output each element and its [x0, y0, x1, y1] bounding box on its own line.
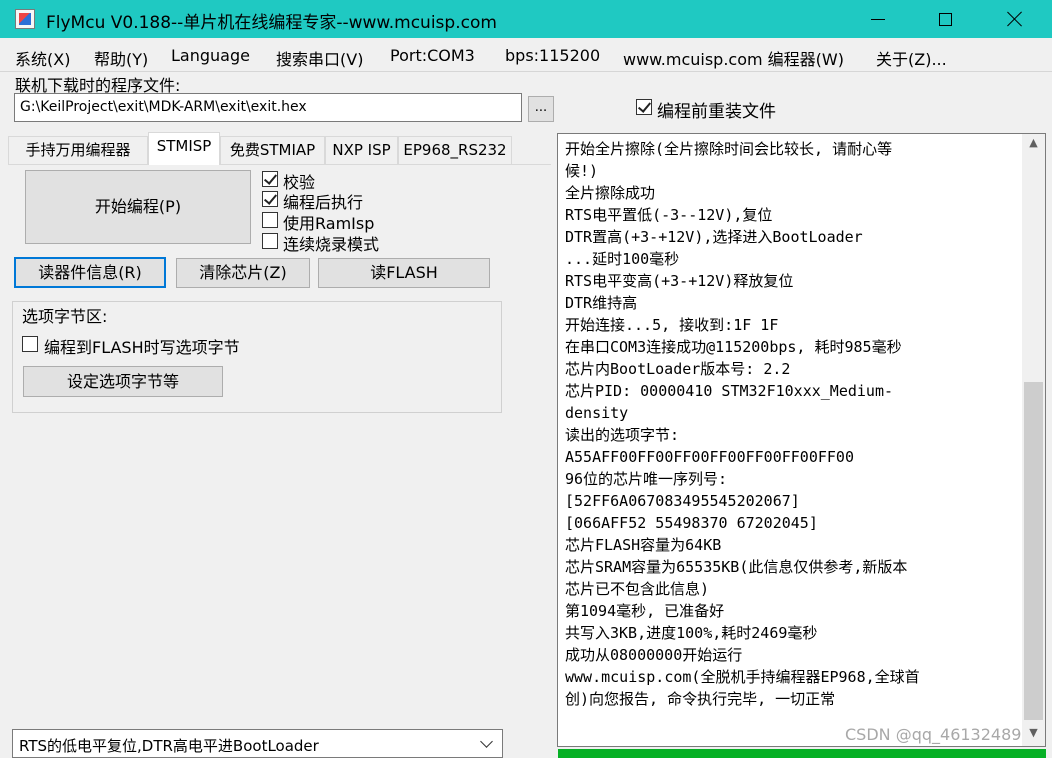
use-ramisp-checkbox[interactable] [262, 212, 278, 228]
log-line: 开始全片擦除(全片擦除时间会比较长, 请耐心等 [565, 140, 893, 158]
scroll-up-icon[interactable]: ▲ [1022, 136, 1045, 154]
maximize-icon [938, 12, 952, 26]
maximize-button[interactable] [922, 0, 968, 38]
minimize-icon [871, 18, 885, 20]
log-line: 芯片FLASH容量为64KB [565, 536, 722, 554]
write-option-bytes-checkbox[interactable] [22, 336, 38, 352]
log-lines: 开始全片擦除(全片擦除时间会比较长, 请耐心等 候!) 全片擦除成功 RTS电平置低(… [565, 138, 1015, 710]
tab-panel [8, 164, 551, 714]
menu-language[interactable]: Language [171, 46, 250, 65]
file-path-input[interactable]: G:\KeilProject\exit\MDK-ARM\exit\exit.he… [14, 93, 522, 122]
app-icon [15, 9, 35, 29]
start-program-button[interactable]: 开始编程(P) [25, 170, 251, 244]
log-line: ...延时100毫秒 [565, 250, 680, 268]
menu-system[interactable]: 系统(X) [15, 46, 70, 70]
log-line: 候!) [565, 162, 599, 180]
log-line: 共写入3KB,进度100%,耗时2469毫秒 [565, 624, 818, 642]
minimize-button[interactable] [855, 0, 901, 38]
chevron-down-icon[interactable] [477, 734, 497, 754]
title-bar: FlyMcu V0.188--单片机在线编程专家--www.mcuisp.com [0, 0, 1052, 38]
window-title: FlyMcu V0.188--单片机在线编程专家--www.mcuisp.com [46, 13, 497, 33]
log-line: RTS电平置低(-3--12V),复位 [565, 206, 773, 224]
log-line: 读出的选项字节: [565, 426, 680, 444]
watermark: CSDN @qq_46132489 [845, 725, 1022, 744]
log-line: 芯片SRAM容量为65535KB(此信息仅供参考,新版本 [565, 558, 908, 576]
log-line: 在串口COM3连接成功@115200bps, 耗时985毫秒 [565, 338, 902, 356]
tab-stmisp[interactable]: STMISP [148, 132, 220, 165]
log-line: RTS电平变高(+3-+12V)释放复位 [565, 272, 794, 290]
log-output[interactable]: 开始全片擦除(全片擦除时间会比较长, 请耐心等 候!) 全片擦除成功 RTS电平置低(… [557, 133, 1046, 747]
continuous-mode-label: 连续烧录模式 [283, 235, 380, 254]
log-line: DTR置高(+3-+12V),选择进入BootLoader [565, 228, 863, 246]
reset-mode-select[interactable]: RTS的低电平复位,DTR高电平进BootLoader [12, 729, 503, 758]
log-line: www.mcuisp.com(全脱机手持编程器EP968,全球首 [565, 668, 920, 686]
log-line: 96位的芯片唯一序列号: [565, 470, 728, 488]
reload-file-checkbox[interactable] [636, 99, 652, 115]
log-line: density [565, 404, 629, 422]
progress-bar [558, 749, 1046, 758]
continuous-mode-checkbox[interactable] [262, 233, 278, 249]
tab-nxp-isp[interactable]: NXP ISP [325, 136, 398, 164]
log-line: 第1094毫秒, 已准备好 [565, 602, 725, 620]
log-scrollbar[interactable]: ▲ ▼ [1022, 134, 1045, 746]
log-line: A55AFF00FF00FF00FF00FF00FF00FF00 [565, 448, 854, 466]
menu-about[interactable]: 关于(Z)... [876, 46, 947, 70]
browse-button[interactable]: ... [528, 96, 554, 122]
erase-chip-button[interactable]: 清除芯片(Z) [176, 258, 310, 288]
log-line: 创)向您报告, 命令执行完毕, 一切正常 [565, 690, 836, 708]
log-line: DTR维持高 [565, 294, 638, 312]
menu-bps[interactable]: bps:115200 [505, 46, 600, 65]
set-option-bytes-button[interactable]: 设定选项字节等 [23, 366, 223, 397]
log-line: 芯片PID: 00000410 STM32F10xxx_Medium- [565, 382, 894, 400]
menu-bar: 系统(X) 帮助(Y) Language 搜索串口(V) Port:COM3 b… [0, 38, 1052, 72]
log-line: 芯片内BootLoader版本号: 2.2 [565, 360, 791, 378]
menu-help[interactable]: 帮助(Y) [94, 46, 148, 70]
tab-stmiap[interactable]: 免费STMIAP [220, 136, 325, 164]
write-option-bytes-label: 编程到FLASH时写选项字节 [44, 338, 240, 357]
verify-checkbox[interactable] [262, 171, 278, 187]
option-bytes-title: 选项字节区: [22, 303, 108, 327]
scroll-thumb[interactable] [1024, 382, 1043, 720]
read-device-info-button[interactable]: 读器件信息(R) [14, 257, 166, 288]
close-icon [1007, 11, 1023, 27]
log-line: [52FF6A067083495545202067] [565, 492, 800, 510]
run-after-program-checkbox[interactable] [262, 191, 278, 207]
tab-handheld[interactable]: 手持万用编程器 [8, 136, 148, 164]
log-line: [066AFF52 55498370 67202045] [565, 514, 818, 532]
tab-ep968[interactable]: EP968_RS232 [398, 136, 512, 164]
log-line: 开始连接...5, 接收到:1F 1F [565, 316, 779, 334]
menu-programmer[interactable]: www.mcuisp.com 编程器(W) [623, 46, 844, 70]
close-button[interactable] [992, 0, 1038, 38]
menu-search-port[interactable]: 搜索串口(V) [276, 46, 363, 70]
log-line: 芯片已不包含此信息) [565, 580, 710, 598]
menu-port[interactable]: Port:COM3 [390, 46, 475, 65]
log-line: 全片擦除成功 [565, 184, 656, 202]
read-flash-button[interactable]: 读FLASH [318, 258, 490, 288]
reload-file-label: 编程前重装文件 [657, 102, 776, 122]
log-line: 成功从08000000开始运行 [565, 646, 743, 664]
scroll-down-icon[interactable]: ▼ [1022, 726, 1045, 744]
